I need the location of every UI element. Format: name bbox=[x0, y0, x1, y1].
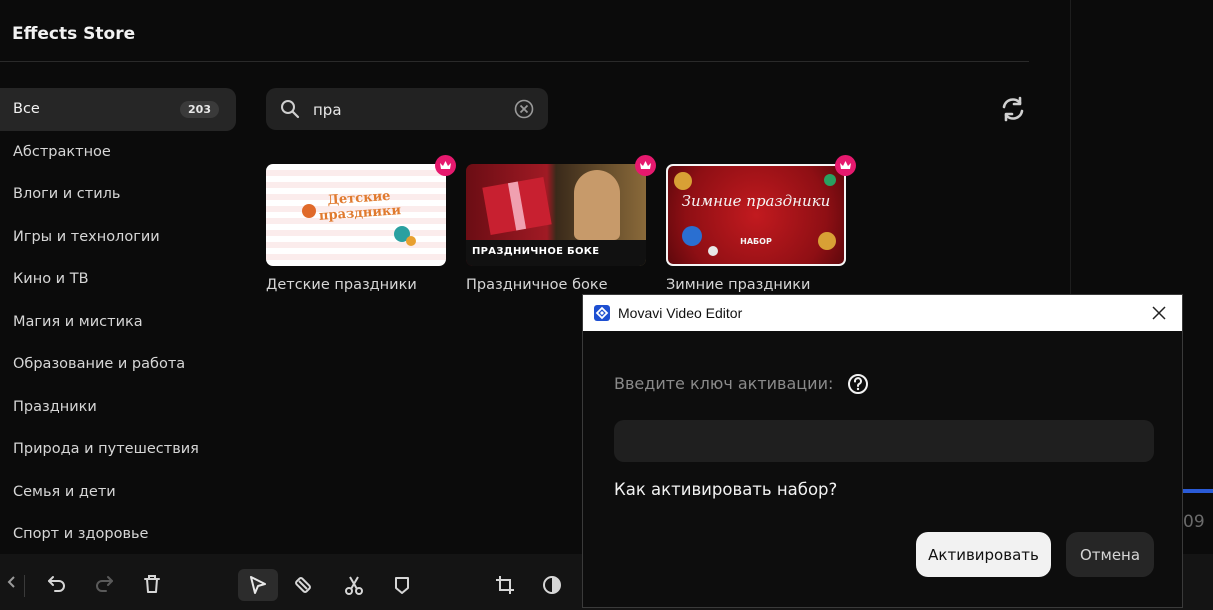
color-adjust-icon[interactable] bbox=[540, 573, 564, 597]
redo-icon[interactable] bbox=[92, 572, 116, 596]
effect-card-label: Праздничное боке bbox=[466, 277, 608, 293]
dialog-title: Movavi Video Editor bbox=[618, 305, 743, 321]
search-input[interactable]: пра bbox=[313, 101, 342, 119]
category-label: Абстрактное bbox=[13, 143, 111, 160]
effect-thumbnail[interactable]: Зимние праздники НАБОР bbox=[666, 164, 846, 266]
crop-icon[interactable] bbox=[493, 573, 517, 597]
activate-button[interactable]: Активировать bbox=[916, 532, 1051, 577]
category-label: Семья и дети bbox=[13, 483, 116, 500]
effect-card[interactable]: Детские праздники Детские праздники bbox=[266, 155, 456, 293]
select-cursor-icon[interactable] bbox=[246, 573, 270, 597]
collapse-icon[interactable] bbox=[0, 570, 24, 594]
undo-icon[interactable] bbox=[45, 572, 69, 596]
razor-tool-icon[interactable] bbox=[291, 573, 315, 597]
category-label: Магия и мистика bbox=[13, 313, 143, 330]
crown-icon bbox=[835, 155, 856, 176]
close-icon[interactable] bbox=[1150, 304, 1168, 322]
how-to-activate-link[interactable]: Как активировать набор? bbox=[614, 480, 837, 499]
effect-card[interactable]: Зимние праздники НАБОР Зимние праздники bbox=[666, 155, 856, 293]
movavi-logo-icon bbox=[594, 305, 610, 321]
store-title: Effects Store bbox=[12, 24, 136, 44]
category-item-sport[interactable]: Спорт и здоровье bbox=[0, 513, 236, 556]
person-image bbox=[574, 170, 620, 240]
category-label: Кино и ТВ bbox=[13, 271, 89, 288]
help-icon[interactable] bbox=[847, 373, 869, 399]
category-label: Влоги и стиль bbox=[13, 186, 121, 203]
category-list: Все 203 Абстрактное Влоги и стиль Игры и… bbox=[0, 88, 236, 556]
activation-dialog: Movavi Video Editor Введите ключ активац… bbox=[582, 294, 1183, 608]
cancel-button[interactable]: Отмена bbox=[1066, 532, 1154, 577]
effect-thumbnail[interactable]: Детские праздники bbox=[266, 164, 446, 266]
activation-key-input[interactable] bbox=[614, 420, 1154, 462]
search-icon bbox=[280, 99, 300, 123]
crown-icon bbox=[635, 155, 656, 176]
effect-card-label: Детские праздники bbox=[266, 277, 417, 293]
effect-card-label: Зимние праздники bbox=[666, 277, 811, 293]
timeline-marker bbox=[1183, 489, 1213, 493]
effect-card[interactable]: ПРАЗДНИЧНОЕ БОКЕ Праздничное боке bbox=[466, 155, 656, 293]
category-item-holidays[interactable]: Праздники bbox=[0, 386, 236, 429]
thumbnail-subtext: НАБОР bbox=[740, 237, 772, 246]
clear-search-icon[interactable] bbox=[514, 99, 534, 123]
delete-icon[interactable] bbox=[140, 572, 164, 596]
thumbnail-text: Детские праздники bbox=[318, 188, 402, 224]
thumbnail-text: ПРАЗДНИЧНОЕ БОКЕ bbox=[472, 246, 600, 257]
thumbnail-text: Зимние праздники bbox=[681, 192, 831, 210]
category-item-games[interactable]: Игры и технологии bbox=[0, 216, 236, 259]
category-label: Все bbox=[13, 101, 40, 118]
refresh-icon[interactable] bbox=[999, 95, 1027, 127]
timecode-text: 09 bbox=[1183, 512, 1205, 532]
category-item-cinema[interactable]: Кино и ТВ bbox=[0, 258, 236, 301]
category-label: Игры и технологии bbox=[13, 228, 160, 245]
marker-icon[interactable] bbox=[390, 573, 414, 597]
search-box[interactable]: пра bbox=[266, 88, 548, 130]
category-item-family[interactable]: Семья и дети bbox=[0, 471, 236, 514]
category-item-education[interactable]: Образование и работа bbox=[0, 343, 236, 386]
category-item-all[interactable]: Все 203 bbox=[0, 88, 236, 131]
category-label: Праздники bbox=[13, 398, 97, 415]
dialog-titlebar: Movavi Video Editor bbox=[583, 295, 1182, 331]
category-item-magic[interactable]: Магия и мистика bbox=[0, 301, 236, 344]
category-item-abstract[interactable]: Абстрактное bbox=[0, 131, 236, 174]
category-label: Образование и работа bbox=[13, 356, 186, 373]
category-item-vlogs[interactable]: Влоги и стиль bbox=[0, 173, 236, 216]
scissors-icon[interactable] bbox=[342, 573, 366, 597]
category-label: Спорт и здоровье bbox=[13, 526, 149, 543]
category-label: Природа и путешествия bbox=[13, 441, 199, 458]
activation-key-prompt: Введите ключ активации: bbox=[614, 374, 834, 393]
category-count-badge: 203 bbox=[180, 100, 219, 118]
gift-image bbox=[482, 176, 552, 236]
category-item-nature[interactable]: Природа и путешествия bbox=[0, 428, 236, 471]
toolbar-separator bbox=[24, 575, 25, 597]
divider bbox=[0, 61, 1029, 62]
effect-thumbnail[interactable]: ПРАЗДНИЧНОЕ БОКЕ bbox=[466, 164, 646, 266]
crown-icon bbox=[435, 155, 456, 176]
